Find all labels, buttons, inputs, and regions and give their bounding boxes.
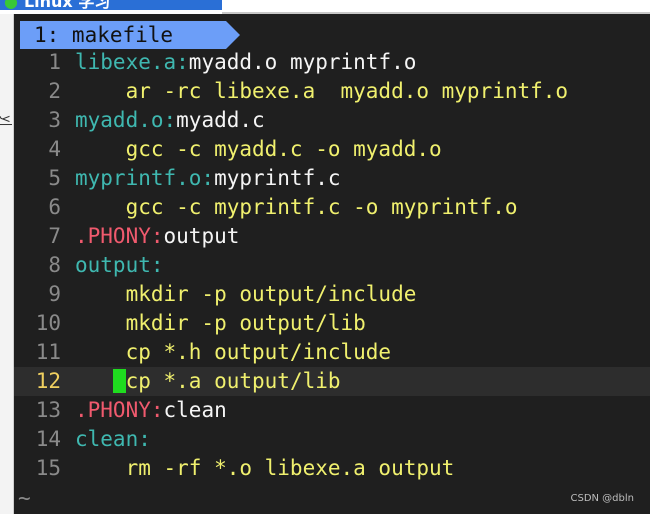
code-text[interactable]: mkdir -p output/include <box>75 280 417 309</box>
line-number: 10 <box>35 311 61 335</box>
code-text[interactable]: myprintf.o:myprintf.c <box>75 164 341 193</box>
code-token: clean <box>163 398 227 422</box>
vim-terminal[interactable]: 1: makefile 1 libexe.a:myadd.o myprintf.o… <box>14 14 650 514</box>
empty-line-marker: ~ <box>18 486 31 510</box>
code-token: .PHONY: <box>75 398 164 422</box>
line-number: 3 <box>48 108 61 132</box>
code-token: libexe.a: <box>75 50 189 74</box>
code-line[interactable]: 1 libexe.a:myadd.o myprintf.o <box>14 48 650 77</box>
code-token: myprintf.c <box>214 166 341 190</box>
code-token: gcc -c myprintf.c -o myprintf.o <box>75 195 518 219</box>
line-number: 11 <box>35 340 61 364</box>
code-text[interactable]: mkdir -p output/lib <box>75 309 366 338</box>
code-line[interactable]: 3 myadd.o:myadd.c <box>14 106 650 135</box>
code-line-current[interactable]: 12 cp *.a output/lib <box>14 367 650 396</box>
code-line[interactable]: 14 clean: <box>14 425 650 454</box>
line-number: 4 <box>48 137 61 161</box>
code-line[interactable]: 11 cp *.h output/include <box>14 338 650 367</box>
host-window-tab[interactable]: ● Linux 学习 <box>0 0 222 10</box>
gutter-label: y| <box>0 115 14 127</box>
code-token: .PHONY: <box>75 224 164 248</box>
code-text[interactable]: output: <box>75 251 164 280</box>
line-number: 2 <box>48 79 61 103</box>
code-text[interactable]: cp *.a output/lib <box>75 367 341 396</box>
code-token: myprintf.o: <box>75 166 215 190</box>
code-text[interactable]: .PHONY:clean <box>75 396 227 425</box>
code-line[interactable]: 13 .PHONY:clean <box>14 396 650 425</box>
code-lines[interactable]: 1 libexe.a:myadd.o myprintf.o 2 ar -rc lib… <box>14 48 650 483</box>
line-number: 1 <box>48 50 61 74</box>
code-token: mkdir -p output/lib <box>75 311 366 335</box>
text-cursor <box>112 369 126 393</box>
code-text[interactable]: myadd.o:myadd.c <box>75 106 265 135</box>
code-line[interactable]: 4 gcc -c myadd.c -o myadd.o <box>14 135 650 164</box>
line-number: 15 <box>35 456 61 480</box>
buffer-tab-makefile[interactable]: 1: makefile <box>20 21 240 49</box>
code-text[interactable]: gcc -c myprintf.c -o myprintf.o <box>75 193 518 222</box>
code-text[interactable]: cp *.h output/include <box>75 338 392 367</box>
code-line[interactable]: 15 rm -rf *.o libexe.a output <box>14 454 650 483</box>
line-number: 5 <box>48 166 61 190</box>
code-token: output <box>163 224 240 248</box>
line-number: 9 <box>48 282 61 306</box>
code-token: cp *.h output/include <box>75 340 392 364</box>
terminal-status-icon: ● <box>4 0 18 10</box>
code-line[interactable]: 7 .PHONY:output <box>14 222 650 251</box>
line-number: 14 <box>35 427 61 451</box>
line-number: 13 <box>35 398 61 422</box>
code-text[interactable]: .PHONY:output <box>75 222 239 251</box>
code-line[interactable]: 6 gcc -c myprintf.c -o myprintf.o <box>14 193 650 222</box>
code-text[interactable]: clean: <box>75 425 151 454</box>
watermark: CSDN @dbln <box>570 493 634 504</box>
code-token: myadd.c <box>176 108 265 132</box>
code-token: myadd.o myprintf.o <box>188 50 417 74</box>
code-token: myadd.o: <box>75 108 177 132</box>
line-number: 7 <box>48 224 61 248</box>
code-token: rm -rf *.o libexe.a output <box>75 456 455 480</box>
code-text[interactable]: ar -rc libexe.a myadd.o myprintf.o <box>75 77 569 106</box>
line-number: 6 <box>48 195 61 219</box>
vim-tabline: 1: makefile <box>14 17 650 51</box>
code-text[interactable]: rm -rf *.o libexe.a output <box>75 454 455 483</box>
code-text[interactable]: gcc -c myadd.c -o myadd.o <box>75 135 442 164</box>
code-line[interactable]: 9 mkdir -p output/include <box>14 280 650 309</box>
line-number: 12 <box>35 369 61 393</box>
code-token: output: <box>75 253 164 277</box>
code-token: ar -rc libexe.a myadd.o myprintf.o <box>75 79 569 103</box>
host-top-strip: ● Linux 学习 <box>0 0 650 14</box>
code-text[interactable]: libexe.a:myadd.o myprintf.o <box>75 48 416 77</box>
code-line[interactable]: 2 ar -rc libexe.a myadd.o myprintf.o <box>14 77 650 106</box>
code-line[interactable]: 5 myprintf.o:myprintf.c <box>14 164 650 193</box>
code-token: gcc -c myadd.c -o myadd.o <box>75 137 442 161</box>
code-line[interactable]: 8 output: <box>14 251 650 280</box>
host-left-gutter: y| <box>0 14 14 514</box>
line-number: 8 <box>48 253 61 277</box>
code-token: cp *.a output/lib <box>125 369 341 393</box>
code-line[interactable]: 10 mkdir -p output/lib <box>14 309 650 338</box>
host-tab-title: Linux 学习 <box>23 0 111 10</box>
code-token: clean: <box>75 427 151 451</box>
code-token: mkdir -p output/include <box>75 282 417 306</box>
